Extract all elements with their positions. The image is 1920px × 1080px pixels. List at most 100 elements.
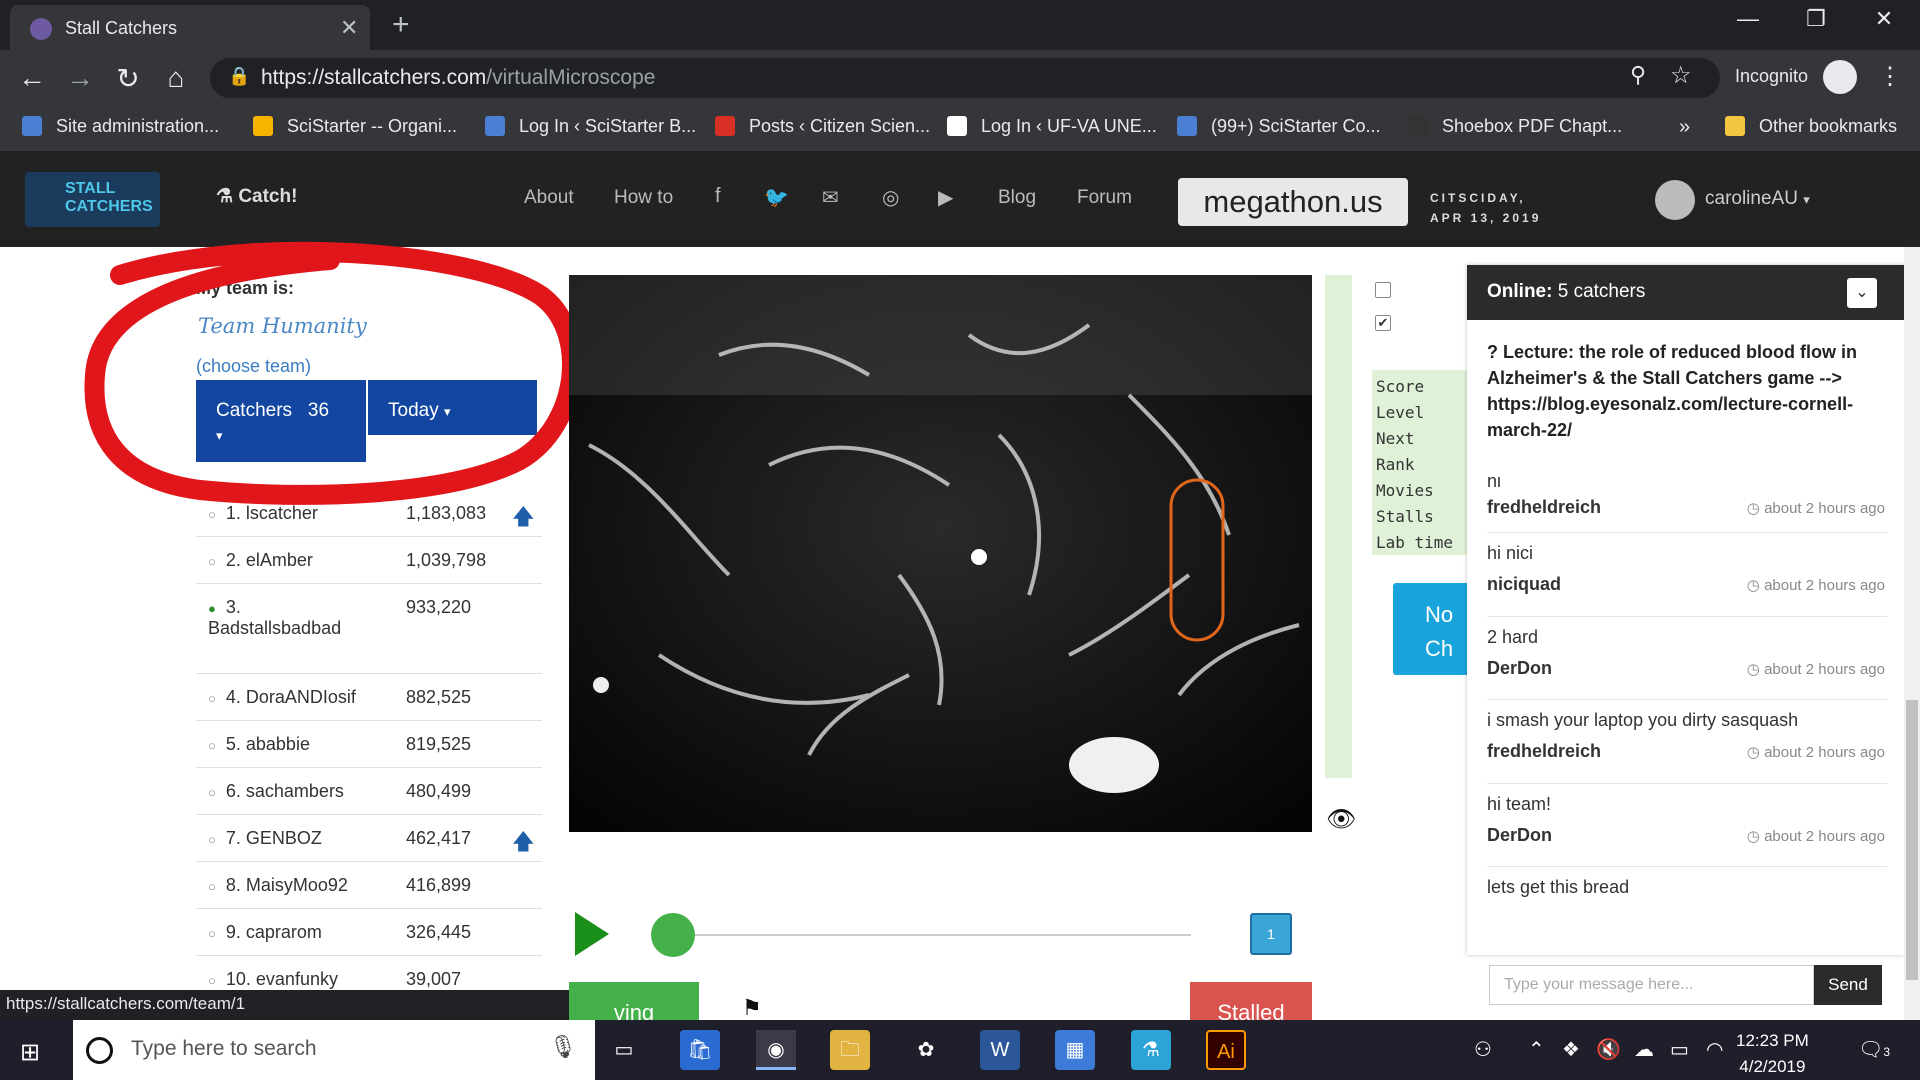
choose-team-link[interactable]: (choose team) <box>196 356 311 377</box>
file-explorer-icon[interactable]: 🗀 <box>830 1030 870 1070</box>
cloud-icon[interactable]: ☁ <box>1634 1037 1654 1062</box>
eye-icon[interactable]: 👁 <box>1326 805 1356 834</box>
restore-icon[interactable]: ❐ <box>1786 6 1846 32</box>
caret-down-icon: ▾ <box>1803 192 1810 207</box>
nav-forum[interactable]: Forum <box>1077 187 1132 209</box>
nav-about[interactable]: About <box>524 187 574 209</box>
scrollbar-thumb[interactable] <box>1906 700 1918 980</box>
app-icon[interactable]: ⚗ <box>1131 1030 1171 1070</box>
taskbar-search[interactable]: Type here to search 🎙 <box>73 1020 595 1080</box>
volume-muted-icon[interactable]: 🔇 <box>1596 1037 1621 1062</box>
send-button[interactable]: Send <box>1814 965 1882 1005</box>
arrow-up-icon: 🡅 <box>512 504 535 529</box>
leaderboard-row[interactable]: ○ 5. ababbie 819,525 <box>196 721 542 768</box>
bookmark-item[interactable]: Shoebox PDF Chapt... <box>1408 116 1622 137</box>
reload-icon[interactable]: ↻ <box>111 62 145 95</box>
twitter-icon[interactable]: 🐦 <box>764 185 789 210</box>
frame-slider-track[interactable] <box>671 934 1191 936</box>
nav-how-to[interactable]: How to <box>614 187 673 209</box>
microphone-icon[interactable]: 🎙 <box>549 1034 577 1060</box>
zoom-icon[interactable]: ⚲ <box>1630 62 1646 88</box>
youtube-icon[interactable]: ▶ <box>938 185 953 210</box>
leaderboard-row[interactable]: ○ 1. lscatcher 1,183,083 🡅 <box>196 490 542 537</box>
blue-action-button[interactable]: No Ch <box>1393 583 1473 675</box>
close-tab-icon[interactable]: ✕ <box>340 15 358 41</box>
bookmark-item[interactable]: Site administration... <box>22 116 219 137</box>
instagram-icon[interactable]: ◎ <box>882 185 899 210</box>
incognito-icon[interactable] <box>1823 60 1857 94</box>
leaderboard-row[interactable]: ○ 4. DoraANDIosif 882,525 <box>196 674 542 721</box>
chevron-up-icon[interactable]: ⌃ <box>1528 1037 1545 1062</box>
app-icon[interactable]: ✿ <box>906 1030 946 1070</box>
arrow-up-icon: 🡅 <box>512 829 535 854</box>
store-icon[interactable]: 🛍 <box>680 1030 720 1070</box>
chat-message-user[interactable]: niciquad <box>1487 574 1561 595</box>
chrome-icon[interactable]: ◉ <box>756 1030 796 1070</box>
word-icon[interactable]: W <box>980 1030 1020 1070</box>
flowing-button[interactable]: ving <box>569 982 699 1022</box>
illustrator-icon[interactable]: Ai <box>1206 1030 1246 1070</box>
forward-icon[interactable]: → <box>63 62 97 94</box>
wifi-icon[interactable]: ◠ <box>1706 1037 1723 1062</box>
browser-tab[interactable]: Stall Catchers ✕ <box>10 5 370 50</box>
flag-icon[interactable]: ⚑ <box>742 995 762 1021</box>
windows-start-icon[interactable]: ⊞ <box>20 1038 40 1067</box>
back-icon[interactable]: ← <box>15 62 49 94</box>
play-button[interactable] <box>575 912 609 956</box>
bookmark-item[interactable]: Log In ‹ SciStarter B... <box>485 116 696 137</box>
people-icon[interactable]: ⚇ <box>1474 1037 1492 1062</box>
chevron-down-icon[interactable]: ⌄ <box>1847 278 1877 308</box>
leaderboard-row[interactable]: ○ 8. MaisyMoo92 416,899 <box>196 862 542 909</box>
lecture-announcement[interactable]: ? Lecture: the role of reduced blood flo… <box>1487 339 1887 443</box>
megathon-banner[interactable]: megathon.us <box>1178 178 1408 226</box>
leaderboard-row[interactable]: ○ 9. caprarom 326,445 <box>196 909 542 956</box>
chat-message-user[interactable]: fredheldreich <box>1487 741 1601 762</box>
leaderboard-row[interactable]: ● 3. Badstallsbadbad 933,220 <box>196 584 542 674</box>
chat-message-user[interactable]: DerDon <box>1487 658 1552 679</box>
task-view-icon[interactable]: ▭ <box>604 1030 644 1070</box>
facebook-icon[interactable]: f <box>715 185 721 208</box>
stalled-button[interactable]: Stalled <box>1190 982 1312 1022</box>
catchers-dropdown[interactable]: Catchers 36 ▾ <box>196 380 366 462</box>
chat-message-user[interactable]: DerDon <box>1487 825 1552 846</box>
option-checkbox-2[interactable]: ✔ <box>1375 315 1391 331</box>
bookmarks-overflow-icon[interactable]: » <box>1679 116 1690 139</box>
bookmark-item[interactable]: Posts ‹ Citizen Scien... <box>715 116 930 137</box>
battery-icon[interactable]: ▭ <box>1670 1037 1689 1062</box>
chat-message-user[interactable]: fredheldreich <box>1487 497 1601 518</box>
address-bar[interactable]: 🔒 https://stallcatchers.com/virtualMicro… <box>210 58 1720 98</box>
system-clock[interactable]: 12:23 PM 4/2/2019 <box>1736 1028 1809 1080</box>
new-tab-button[interactable]: + <box>392 8 410 42</box>
leaderboard-row[interactable]: ○ 2. elAmber 1,039,798 <box>196 537 542 584</box>
close-window-icon[interactable]: ✕ <box>1854 6 1914 32</box>
status-bar-url: https://stallcatchers.com/team/1 <box>0 990 632 1020</box>
option-checkbox-1[interactable] <box>1375 282 1391 298</box>
microscope-video[interactable] <box>569 275 1312 832</box>
period-dropdown[interactable]: Today ▾ <box>368 380 537 435</box>
menu-icon[interactable]: ⋮ <box>1878 62 1902 91</box>
leaderboard-row[interactable]: ○ 6. sachambers 480,499 <box>196 768 542 815</box>
other-bookmarks[interactable]: Other bookmarks <box>1725 116 1897 137</box>
bookmark-star-icon[interactable]: ☆ <box>1670 61 1692 90</box>
leaderboard-row[interactable]: ○ 7. GENBOZ 462,417 🡅 <box>196 815 542 862</box>
user-menu[interactable]: carolineAU ▾ <box>1705 188 1810 210</box>
avatar[interactable] <box>1655 180 1695 220</box>
url-text[interactable]: https://stallcatchers.com/virtualMicrosc… <box>261 66 655 90</box>
bookmark-item[interactable]: SciStarter -- Organi... <box>253 116 457 137</box>
notifications-icon[interactable]: 🗨3 <box>1858 1037 1890 1062</box>
calculator-icon[interactable]: ▦ <box>1055 1030 1095 1070</box>
mail-icon[interactable]: ✉ <box>822 185 839 210</box>
dropbox-icon[interactable]: ❖ <box>1562 1037 1580 1062</box>
bookmark-item[interactable]: (99+) SciStarter Co... <box>1177 116 1381 137</box>
team-name[interactable]: Team Humanity <box>198 314 367 338</box>
catch-link[interactable]: ⚗ Catch! <box>216 185 297 208</box>
minimize-icon[interactable]: — <box>1718 6 1778 32</box>
stall-catchers-logo[interactable]: STALL CATCHERS <box>25 172 160 227</box>
leaderboard-rank: 5. <box>225 734 241 754</box>
nav-blog[interactable]: Blog <box>998 187 1036 209</box>
home-icon[interactable]: ⌂ <box>159 62 193 94</box>
bookmark-item[interactable]: Log In ‹ UF-VA UNE... <box>947 116 1157 137</box>
status-dot-icon: ○ <box>208 785 216 800</box>
chat-message-input[interactable]: Type your message here... <box>1489 965 1814 1005</box>
frame-slider-thumb[interactable] <box>651 913 695 957</box>
